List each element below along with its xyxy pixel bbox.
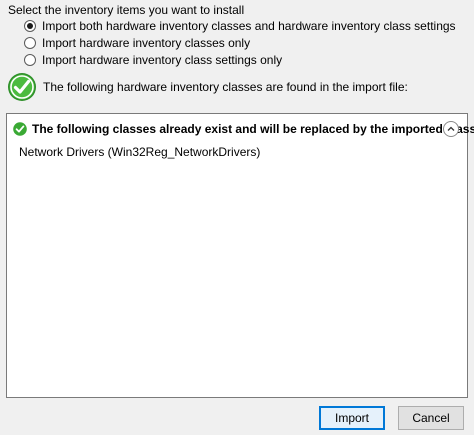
radio-label: Import hardware inventory class settings… <box>42 53 283 67</box>
radio-import-both[interactable]: Import both hardware inventory classes a… <box>24 19 456 33</box>
panel-header: The following classes already exist and … <box>13 122 474 136</box>
import-button[interactable]: Import <box>319 406 385 430</box>
radio-button[interactable] <box>24 37 36 49</box>
collapse-button[interactable] <box>443 121 459 137</box>
panel-header-text: The following classes already exist and … <box>32 122 474 136</box>
classes-panel: The following classes already exist and … <box>6 113 474 398</box>
found-classes-text: The following hardware inventory classes… <box>43 80 408 94</box>
radio-label: Import both hardware inventory classes a… <box>42 19 456 33</box>
radio-import-settings-only[interactable]: Import hardware inventory class settings… <box>24 53 282 67</box>
radio-import-classes-only[interactable]: Import hardware inventory classes only <box>24 36 250 50</box>
list-item: Network Drivers (Win32Reg_NetworkDrivers… <box>19 145 261 159</box>
radio-button-selected[interactable] <box>24 20 36 32</box>
cancel-button[interactable]: Cancel <box>398 406 464 430</box>
inventory-selection-prompt: Select the inventory items you want to i… <box>8 3 245 17</box>
checkmark-circle-icon <box>8 73 36 101</box>
checkmark-circle-icon <box>13 122 27 136</box>
chevron-up-icon <box>447 126 455 131</box>
radio-button[interactable] <box>24 54 36 66</box>
found-classes-status: The following hardware inventory classes… <box>7 72 408 102</box>
radio-label: Import hardware inventory classes only <box>42 36 251 50</box>
